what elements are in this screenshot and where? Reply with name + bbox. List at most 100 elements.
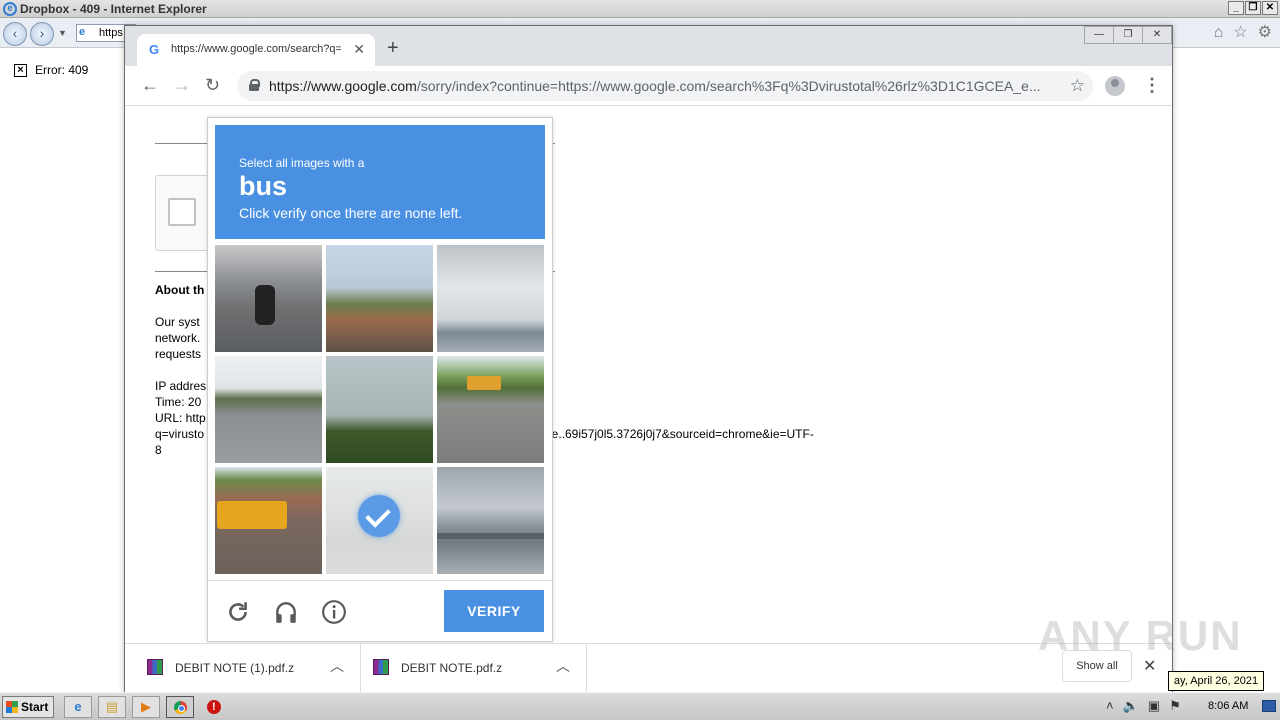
ie-page-icon: e: [79, 26, 86, 38]
taskbar-ie-icon[interactable]: e: [64, 696, 92, 718]
ie-restore-button[interactable]: ❐: [1245, 1, 1261, 15]
tab-close-icon[interactable]: ✕: [353, 41, 365, 58]
chevron-up-icon[interactable]: ︿: [330, 656, 344, 676]
ie-close-button[interactable]: ✕: [1262, 1, 1278, 15]
omnibox-url[interactable]: https://www.google.com/sorry/index?conti…: [269, 78, 1059, 94]
image-tile-1[interactable]: [215, 245, 322, 352]
date-tooltip: ay, April 26, 2021: [1168, 671, 1264, 691]
image-tile-5[interactable]: [326, 356, 433, 463]
back-arrow-icon[interactable]: ←: [141, 76, 159, 94]
url-last-line: 8: [155, 443, 162, 457]
ie-logo-icon: e: [3, 2, 17, 16]
verify-button[interactable]: VERIFY: [444, 590, 544, 632]
home-icon[interactable]: ⌂: [1214, 25, 1224, 41]
url-path: /sorry/index?continue=https://www.google…: [416, 78, 1041, 94]
ie-toolbar-icons: ⌂ ☆ ⚙: [1214, 25, 1272, 41]
image-tile-2[interactable]: [326, 245, 433, 352]
chrome-toolbar: ← → ↻ https://www.google.com/sorry/index…: [125, 66, 1172, 106]
chevron-up-icon[interactable]: ︿: [556, 656, 570, 676]
download-item[interactable]: DEBIT NOTE.pdf.z ︿: [361, 644, 587, 692]
challenge-instruction: Select all images with a: [239, 156, 365, 170]
chrome-close-button[interactable]: ✕: [1142, 26, 1172, 44]
tab-title: https://www.google.com/search?q=: [171, 43, 341, 55]
system-text-line: Our syst: [155, 315, 200, 329]
image-tile-9[interactable]: [437, 467, 544, 574]
ie-error-message: × Error: 409: [14, 63, 88, 77]
chrome-tab-active[interactable]: G https://www.google.com/search?q= ✕: [137, 34, 375, 66]
info-icon[interactable]: [321, 599, 347, 625]
system-tray: ˄ 🔈 ▣ ⚑: [1106, 698, 1181, 714]
challenge-header: Select all images with a bus Click verif…: [215, 125, 545, 239]
time-line: Time: 20: [155, 395, 202, 409]
ip-address-line: IP addres: [155, 379, 207, 393]
url-host: https://www.google.com: [269, 78, 417, 94]
profile-avatar-icon[interactable]: [1105, 76, 1125, 96]
reload-icon[interactable]: ↻: [205, 76, 220, 94]
chrome-logo-icon: [174, 701, 187, 714]
selected-checkmark-icon: [358, 495, 400, 537]
network-icon[interactable]: ▣: [1148, 698, 1160, 714]
chrome-minimize-button[interactable]: —: [1084, 26, 1114, 44]
ie-forward-button[interactable]: ›: [30, 22, 54, 46]
forward-arrow-icon[interactable]: →: [173, 76, 191, 94]
ie-title-bar: e Dropbox - 409 - Internet Explorer _ ❐ …: [0, 0, 1280, 18]
chrome-window-controls: — ❐ ✕: [1084, 26, 1172, 44]
url-line: URL: http: [155, 411, 206, 425]
google-favicon-icon: G: [149, 42, 160, 57]
show-desktop-icon[interactable]: [1262, 700, 1276, 712]
system-text-line: network.: [155, 331, 201, 345]
ie-window-controls: _ ❐ ✕: [1228, 1, 1278, 15]
challenge-subtext: Click verify once there are none left.: [239, 205, 463, 221]
download-filename: DEBIT NOTE (1).pdf.z: [175, 661, 295, 675]
start-label: Start: [21, 700, 49, 714]
image-tile-7[interactable]: [215, 467, 322, 574]
bookmark-star-icon[interactable]: ☆: [1070, 76, 1085, 96]
gear-icon[interactable]: ⚙: [1258, 25, 1272, 41]
taskbar-media-player-icon[interactable]: ▶: [132, 696, 160, 718]
image-tile-8-selected[interactable]: [326, 467, 433, 574]
chrome-restore-button[interactable]: ❐: [1113, 26, 1143, 44]
ie-history-dropdown-icon[interactable]: ▼: [58, 28, 67, 38]
lock-icon[interactable]: [249, 79, 260, 91]
challenge-target-word: bus: [239, 171, 288, 201]
start-button[interactable]: Start: [2, 696, 54, 718]
image-tile-6[interactable]: [437, 356, 544, 463]
ie-minimize-button[interactable]: _: [1228, 1, 1244, 15]
chrome-tab-strip: G https://www.google.com/search?q= ✕ + —…: [125, 26, 1172, 66]
tray-chevron-up-icon[interactable]: ˄: [1106, 698, 1114, 714]
taskbar-clock[interactable]: 8:06 AM: [1208, 700, 1248, 712]
ie-error-text: Error: 409: [35, 63, 89, 77]
query-line: q=virusto: [155, 427, 205, 441]
windows-logo-icon: [6, 701, 18, 713]
headphones-icon[interactable]: [273, 599, 299, 625]
image-tile-3[interactable]: [437, 245, 544, 352]
speaker-icon[interactable]: 🔈: [1123, 698, 1139, 714]
new-tab-button[interactable]: +: [387, 38, 399, 58]
download-filename: DEBIT NOTE.pdf.z: [401, 661, 503, 675]
ie-window-title: Dropbox - 409 - Internet Explorer: [20, 2, 207, 16]
ie-back-button[interactable]: ‹: [3, 22, 27, 46]
reload-icon[interactable]: [225, 599, 251, 625]
taskbar-chrome-icon[interactable]: [166, 696, 194, 718]
challenge-footer: VERIFY: [208, 580, 552, 642]
kebab-menu-icon[interactable]: ⋮: [1143, 76, 1161, 94]
taskbar-folder-icon[interactable]: ▤: [98, 696, 126, 718]
favorites-star-icon[interactable]: ☆: [1233, 25, 1247, 41]
flag-icon[interactable]: ⚑: [1169, 698, 1181, 714]
challenge-image-grid: [215, 245, 545, 574]
omnibox[interactable]: https://www.google.com/sorry/index?conti…: [237, 71, 1093, 101]
recaptcha-checkbox[interactable]: [168, 198, 196, 226]
image-tile-4[interactable]: [215, 356, 322, 463]
anyrun-watermark-logo: ANY RUN: [1038, 612, 1243, 659]
taskbar: Start e ▤ ▶ ˄ 🔈 ▣ ⚑ 8:06 AM: [0, 692, 1280, 720]
taskbar-warning-icon[interactable]: [200, 696, 228, 718]
broken-page-icon: ×: [14, 63, 27, 77]
download-item[interactable]: DEBIT NOTE (1).pdf.z ︿: [135, 644, 361, 692]
ie-address-text: https: [99, 27, 123, 39]
about-heading: About th: [155, 283, 205, 297]
download-shelf: DEBIT NOTE (1).pdf.z ︿ DEBIT NOTE.pdf.z …: [125, 643, 1172, 692]
chrome-window: G https://www.google.com/search?q= ✕ + —…: [124, 25, 1173, 692]
system-text-line: requests: [155, 347, 202, 361]
archive-file-icon: [147, 659, 163, 675]
archive-file-icon: [373, 659, 389, 675]
